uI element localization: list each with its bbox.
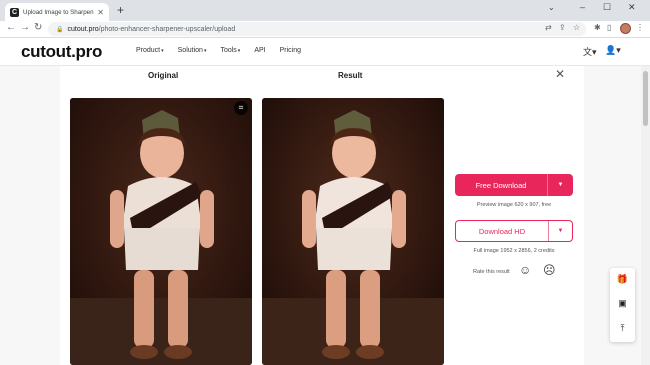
happy-face-icon[interactable]: ☺ (519, 264, 531, 276)
bookmark-star-icon[interactable]: ☆ (573, 23, 580, 32)
browser-toolbar: ← → ↻ 🔒 cutout.pro/photo-enhancer-sharpe… (0, 21, 650, 38)
feedback-icon[interactable]: ▣ (610, 298, 635, 309)
lock-icon: 🔒 (56, 26, 64, 33)
new-tab-button[interactable]: + (117, 4, 124, 17)
nav-pricing[interactable]: Pricing (280, 47, 301, 54)
tab-title: Upload Image to Sharpen & Up (23, 8, 95, 16)
tab-close-icon[interactable]: ✕ (97, 8, 104, 17)
rate-label: Rate this result (473, 269, 510, 275)
browser-tabstrip: C Upload Image to Sharpen & Up ✕ + ⌄ – ☐… (0, 0, 650, 21)
browser-menu-icon[interactable]: ⋮ (636, 23, 644, 32)
nav-pricing-label: Pricing (279, 47, 302, 54)
site-logo[interactable]: cutout.pro (21, 42, 102, 62)
url-domain: cutout.pro (67, 25, 99, 33)
nav-solution[interactable]: Solution▾ (178, 47, 207, 54)
download-hd-button[interactable]: Download HD ▼ (455, 220, 573, 242)
full-image-caption: Full image 1952 x 2856, 2 credits (473, 248, 555, 254)
preview-caption: Preview image 620 x 907, free (476, 202, 552, 208)
nav-product[interactable]: Product▾ (136, 47, 164, 54)
browser-profile-avatar[interactable] (620, 23, 631, 34)
nav-tools-label: Tools (220, 47, 237, 54)
divider (548, 221, 549, 241)
original-title: Original (148, 71, 179, 80)
nav-api-label: API (254, 47, 266, 54)
share-icon[interactable]: ⇪ (559, 23, 566, 32)
chevron-down-icon: ▾ (161, 48, 164, 54)
nav-product-label: Product (136, 47, 161, 54)
chevron-down-icon[interactable]: ▼ (549, 228, 572, 234)
sad-face-icon[interactable]: ☹ (543, 264, 556, 276)
result-title: Result (338, 71, 363, 80)
chevron-down-icon: ▾ (237, 48, 241, 54)
chevron-down-icon[interactable]: ▼ (548, 182, 573, 188)
maximize-button[interactable]: ☐ (603, 2, 611, 13)
crop-icon[interactable]: ⌗ (234, 101, 248, 115)
window-close-button[interactable]: ✕ (628, 2, 636, 13)
result-image (262, 98, 444, 365)
gift-icon[interactable]: 🎁 (610, 274, 635, 285)
free-download-label: Free Download (475, 180, 527, 190)
nav-api[interactable]: API (254, 47, 265, 54)
result-photo-art (262, 98, 444, 365)
back-button[interactable]: ← (6, 22, 16, 33)
page-scrollbar[interactable] (641, 66, 650, 365)
scrollbar-thumb[interactable] (643, 71, 648, 126)
url-path: /photo-enhancer-sharpener-upscaler/uploa… (98, 25, 236, 33)
translate-page-icon[interactable]: ⇄ (545, 23, 552, 32)
translate-icon[interactable]: 文▾ (583, 45, 597, 58)
main-nav: Product▾ Solution▾ Tools▾ API Pricing (136, 47, 301, 54)
browser-tab[interactable]: C Upload Image to Sharpen & Up ✕ (5, 3, 109, 21)
tab-search-icon[interactable]: ⌄ (548, 3, 555, 12)
site-header: cutout.pro Product▾ Solution▾ Tools▾ API… (0, 38, 650, 66)
download-hd-label: Download HD (478, 226, 526, 236)
user-icon[interactable]: 👤▾ (605, 45, 621, 56)
close-icon[interactable]: ✕ (555, 67, 565, 81)
extensions-icon[interactable]: ✱ (594, 23, 601, 32)
side-panel-icon[interactable]: ▯ (607, 23, 611, 32)
original-image (70, 98, 252, 365)
nav-tools[interactable]: Tools▾ (220, 47, 240, 54)
floating-toolbar: 🎁 ▣ ⤒ (610, 268, 635, 342)
original-photo-art (70, 98, 252, 365)
favicon-icon: C (10, 7, 19, 17)
nav-solution-label: Solution (177, 47, 203, 54)
reload-button[interactable]: ↻ (34, 22, 42, 33)
address-bar[interactable]: 🔒 cutout.pro/photo-enhancer-sharpener-up… (48, 22, 586, 36)
scroll-top-icon[interactable]: ⤒ (610, 323, 635, 334)
forward-button[interactable]: → (20, 22, 30, 33)
free-download-button[interactable]: Free Download ▼ (455, 174, 573, 196)
chevron-down-icon: ▾ (203, 48, 207, 54)
minimize-button[interactable]: – (580, 2, 585, 12)
